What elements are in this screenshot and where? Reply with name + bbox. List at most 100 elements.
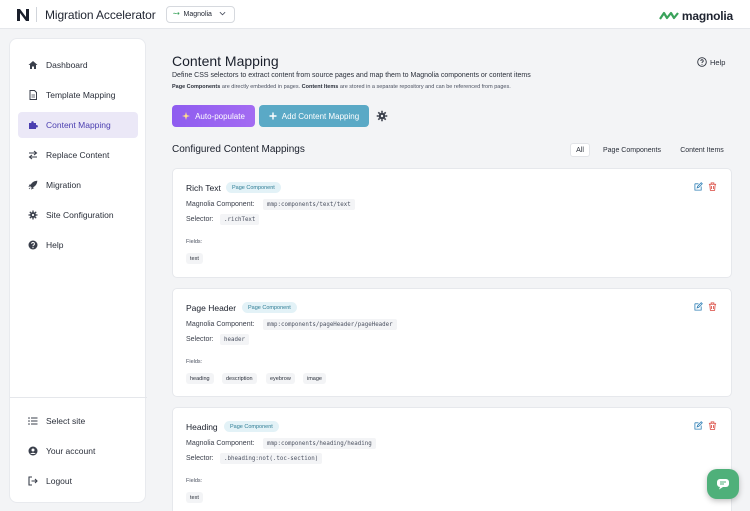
note-page-components-text: are directly embedded in pages.: [220, 84, 302, 90]
settings-gear-icon[interactable]: [376, 110, 388, 122]
question-icon: [28, 240, 38, 250]
component-path: mmp:components/pageHeader/pageHeader: [263, 319, 397, 330]
component-label: Magnolia Component:: [186, 201, 255, 208]
mappings-section-title: Configured Content Mappings: [172, 144, 305, 155]
help-circle-icon: [697, 57, 707, 67]
filter-all[interactable]: All: [570, 143, 590, 157]
mapping-type-badge: Page Component: [224, 421, 279, 432]
edit-icon[interactable]: [694, 421, 703, 430]
sidebar-item-label: Help: [46, 240, 64, 250]
chat-button[interactable]: [707, 469, 739, 499]
field-chip: heading: [186, 373, 214, 384]
magnolia-logo-icon: [659, 11, 679, 20]
page-title: Content Mapping: [172, 53, 279, 69]
title-divider: [36, 7, 37, 22]
list-icon: [28, 417, 38, 425]
sidebar: Dashboard Template Mapping Content Mappi…: [9, 38, 147, 503]
mapping-name: Rich Text: [186, 183, 221, 193]
trash-icon[interactable]: [708, 421, 717, 430]
sidebar-item-label: Migration: [46, 180, 81, 190]
help-link[interactable]: Help: [697, 57, 725, 67]
trash-icon[interactable]: [708, 302, 717, 311]
puzzle-icon: [29, 121, 38, 129]
auto-populate-label: Auto-populate: [195, 111, 245, 121]
logout-icon: [28, 476, 38, 486]
sidebar-item-logout[interactable]: Logout: [18, 468, 138, 494]
field-chip: text: [186, 253, 203, 264]
user-icon: [28, 446, 38, 456]
site-selector[interactable]: ~• Magnolia: [166, 6, 235, 23]
component-label: Magnolia Component:: [186, 321, 255, 328]
home-icon: [28, 61, 38, 69]
mapping-card-page-header: Page Header Page Component Magnolia Comp…: [172, 288, 732, 397]
sidebar-item-your-account[interactable]: Your account: [18, 438, 138, 464]
sidebar-item-label: Logout: [46, 476, 72, 486]
mapping-name: Heading: [186, 422, 218, 432]
magnolia-mini-logo-icon: ~•: [173, 11, 180, 18]
edit-icon[interactable]: [694, 302, 703, 311]
note-content-items: Content Items: [301, 84, 339, 90]
selector-value: .bheading:not(.toc-section): [220, 453, 323, 464]
help-label: Help: [710, 57, 726, 67]
field-chip: text: [186, 492, 203, 503]
sidebar-item-label: Content Mapping: [46, 120, 111, 130]
page-description: Define CSS selectors to extract content …: [172, 72, 531, 79]
plus-icon: [269, 112, 277, 120]
document-icon: [29, 90, 37, 100]
swap-icon: [28, 150, 38, 160]
brand-logo: magnolia: [659, 9, 733, 23]
mapping-card-heading: Heading Page Component Magnolia Componen…: [172, 407, 732, 511]
sidebar-item-help[interactable]: Help: [18, 232, 138, 258]
fields-label: Fields:: [186, 359, 203, 365]
page-note: Page Components are directly embedded in…: [172, 84, 511, 90]
field-chip: eyebrow: [266, 373, 295, 384]
sidebar-item-replace-content[interactable]: Replace Content: [18, 142, 138, 168]
selector-value: .richText: [220, 214, 260, 225]
component-path: mmp:components/heading/heading: [263, 438, 376, 449]
mapping-type-badge: Page Component: [226, 182, 281, 193]
sidebar-divider: [10, 397, 147, 398]
sidebar-item-label: Site Configuration: [46, 210, 114, 220]
chevron-down-icon: [219, 11, 226, 16]
mapping-name: Page Header: [186, 303, 237, 313]
sidebar-item-label: Select site: [46, 416, 86, 426]
mapping-card-rich-text: Rich Text Page Component Magnolia Compon…: [172, 168, 732, 278]
selector-label: Selector:: [186, 216, 214, 223]
add-content-mapping-button[interactable]: Add Content Mapping: [259, 105, 369, 127]
sparkle-icon: [182, 112, 191, 120]
fields-label: Fields:: [186, 239, 203, 245]
gear-icon: [28, 210, 38, 220]
selector-label: Selector:: [186, 336, 214, 343]
selector-label: Selector:: [186, 455, 214, 462]
sidebar-item-site-configuration[interactable]: Site Configuration: [18, 202, 138, 228]
field-chip: description: [222, 373, 257, 384]
sidebar-item-content-mapping[interactable]: Content Mapping: [18, 112, 138, 138]
selector-value: header: [220, 334, 249, 345]
sidebar-item-dashboard[interactable]: Dashboard: [18, 52, 138, 78]
auto-populate-button[interactable]: Auto-populate: [172, 105, 255, 127]
mapping-type-badge: Page Component: [242, 302, 297, 313]
rocket-icon: [28, 180, 38, 190]
sidebar-item-template-mapping[interactable]: Template Mapping: [18, 82, 138, 108]
site-selector-value: Magnolia: [183, 11, 212, 18]
field-chip: image: [303, 373, 326, 384]
edit-icon[interactable]: [694, 182, 703, 191]
note-content-items-text: are stored in a separate repository and …: [338, 84, 511, 90]
fields-label: Fields:: [186, 478, 203, 484]
sidebar-item-label: Your account: [46, 446, 96, 456]
chat-icon: [717, 479, 729, 490]
brand-name: magnolia: [681, 9, 733, 23]
filter-content-items[interactable]: Content Items: [673, 143, 731, 157]
sidebar-item-label: Replace Content: [46, 150, 110, 160]
add-content-mapping-label: Add Content Mapping: [281, 111, 360, 121]
component-label: Magnolia Component:: [186, 440, 255, 447]
sidebar-item-migration[interactable]: Migration: [18, 172, 138, 198]
app-title: Migration Accelerator: [45, 8, 156, 22]
app-logo-icon: [17, 9, 29, 21]
sidebar-item-label: Dashboard: [46, 60, 88, 70]
trash-icon[interactable]: [708, 182, 717, 191]
sidebar-item-select-site[interactable]: Select site: [18, 408, 138, 434]
note-page-components: Page Components: [172, 84, 221, 90]
filter-page-components[interactable]: Page Components: [597, 143, 667, 157]
sidebar-item-label: Template Mapping: [46, 90, 116, 100]
